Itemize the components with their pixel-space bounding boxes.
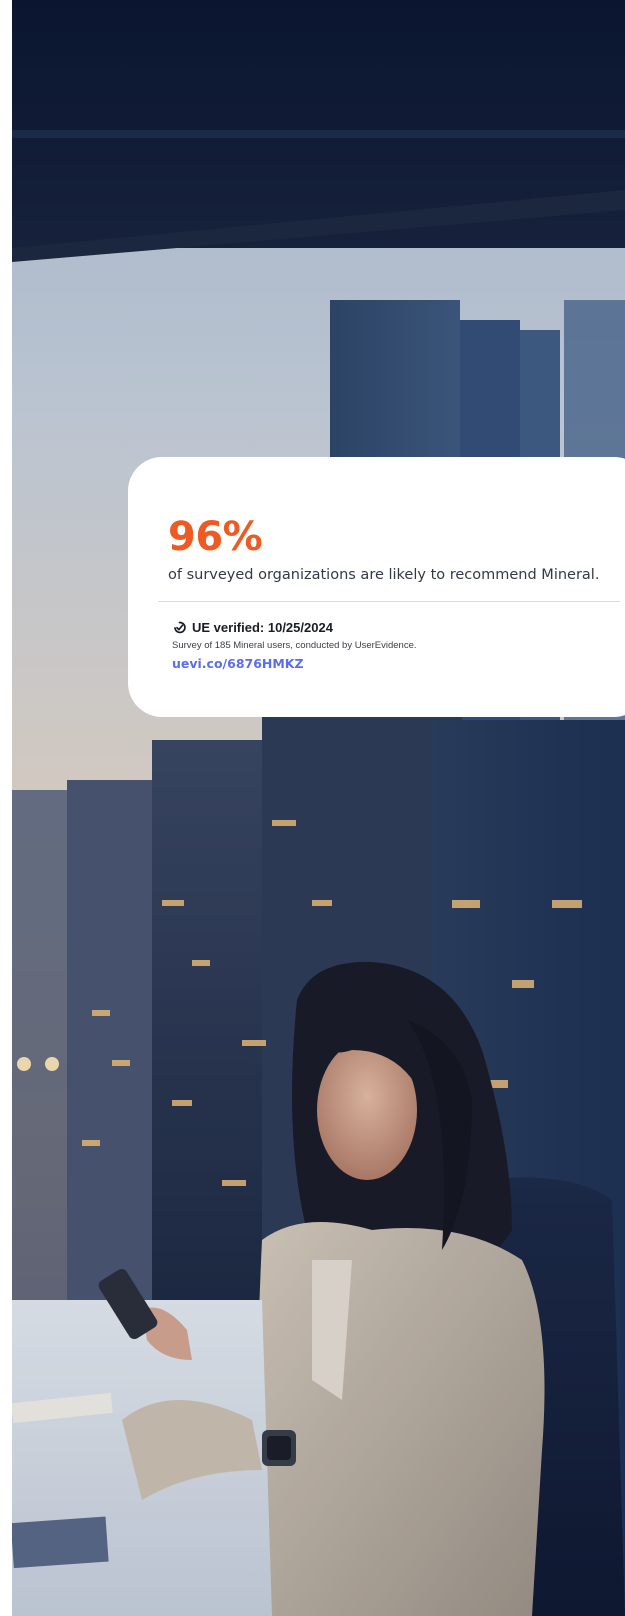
stat-card: 96% of surveyed organizations are likely… bbox=[128, 457, 625, 717]
page: 96% of surveyed organizations are likely… bbox=[0, 0, 625, 1616]
verification-row: UE verified: 10/25/2024 bbox=[172, 617, 417, 637]
verification-block: UE verified: 10/25/2024 Survey of 185 Mi… bbox=[172, 617, 417, 673]
card-divider bbox=[158, 601, 620, 602]
survey-link[interactable]: uevi.co/6876HMKZ bbox=[172, 655, 417, 673]
stat-description: of surveyed organizations are likely to … bbox=[168, 567, 600, 583]
verification-label: UE verified: 10/25/2024 bbox=[192, 619, 333, 635]
hero-photo bbox=[12, 0, 625, 1616]
survey-note: Survey of 185 Mineral users, conducted b… bbox=[172, 640, 417, 651]
check-verified-icon bbox=[172, 620, 187, 635]
stat-value: 96% bbox=[168, 514, 263, 560]
hero-photo-illustration bbox=[12, 0, 625, 1616]
